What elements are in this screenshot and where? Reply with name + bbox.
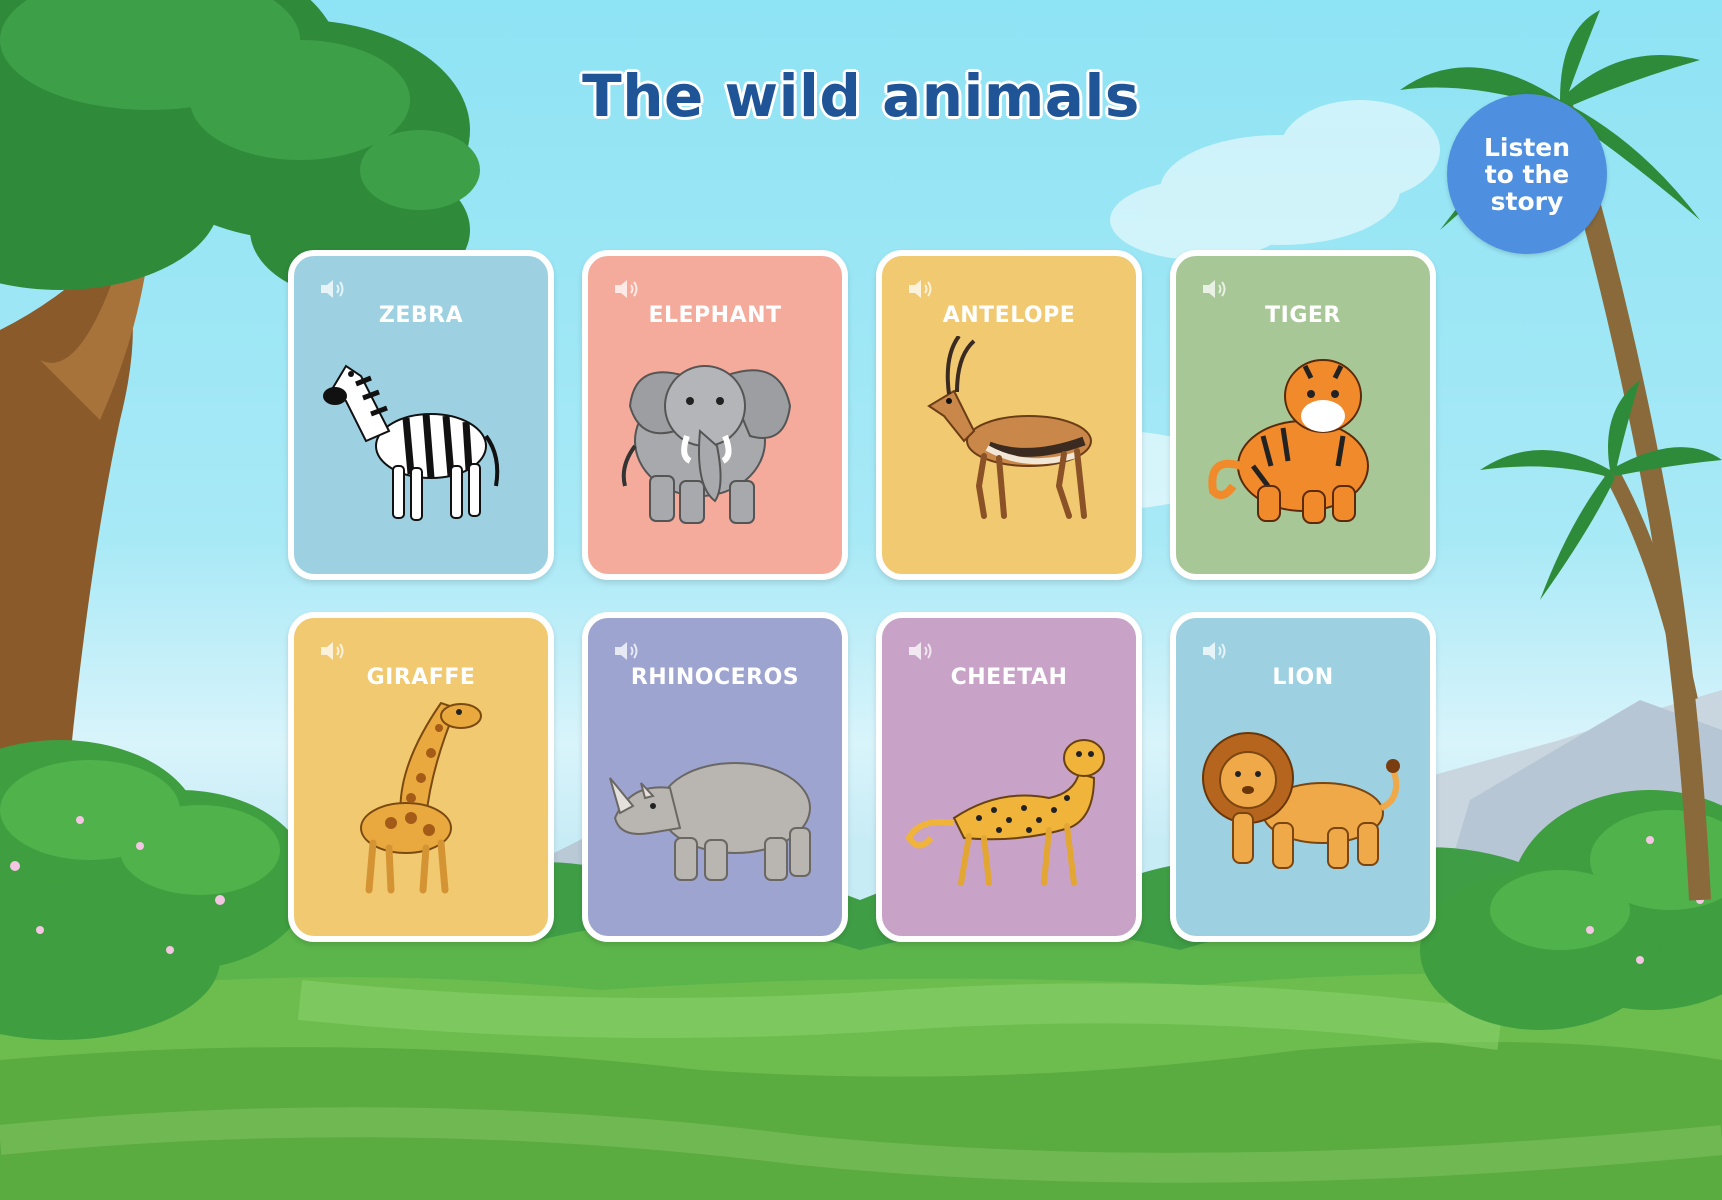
page-title: The wild animals — [582, 62, 1140, 130]
animal-card-elephant[interactable]: ELEPHANT — [582, 250, 848, 580]
speaker-icon[interactable] — [612, 638, 642, 664]
animal-card-label: CHEETAH — [950, 665, 1068, 690]
antelope-icon — [927, 336, 1092, 519]
animal-card-label: LION — [1272, 665, 1334, 690]
animal-card-zebra[interactable]: ZEBRA — [288, 250, 554, 580]
listen-story-button[interactable]: Listen to the story — [1447, 94, 1607, 254]
tiger-icon — [1208, 359, 1369, 524]
speaker-icon[interactable] — [1200, 638, 1230, 664]
elephant-icon — [621, 365, 792, 524]
listen-story-label: Listen to the story — [1483, 132, 1571, 216]
animal-card-giraffe[interactable]: GIRAFFE — [288, 612, 554, 942]
speaker-icon[interactable] — [906, 276, 936, 302]
speaker-icon[interactable] — [1200, 276, 1230, 302]
animal-card-antelope[interactable]: ANTELOPE — [876, 250, 1142, 580]
animal-card-lion[interactable]: LION — [1170, 612, 1436, 942]
speaker-icon[interactable] — [906, 638, 936, 664]
animal-card-label: RHINOCEROS — [630, 665, 800, 690]
animal-card-label: TIGER — [1265, 303, 1341, 328]
giraffe-icon — [360, 701, 482, 894]
cheetah-icon — [905, 739, 1105, 886]
rhinoceros-icon — [609, 762, 811, 881]
speaker-icon[interactable] — [318, 638, 348, 664]
animal-card-label: ELEPHANT — [648, 303, 782, 328]
animal-card-label: GIRAFFE — [366, 665, 476, 690]
animal-card-label: ZEBRA — [378, 303, 464, 328]
animal-card-rhinoceros[interactable]: RHINOCEROS — [582, 612, 848, 942]
animal-card-cheetah[interactable]: CHEETAH — [876, 612, 1142, 942]
animal-card-tiger[interactable]: TIGER — [1170, 250, 1436, 580]
speaker-icon[interactable] — [612, 276, 642, 302]
animal-card-label: ANTELOPE — [942, 303, 1076, 328]
speaker-icon[interactable] — [318, 276, 348, 302]
jungle-background: The wild animals Listen to the story ZEB… — [0, 0, 1722, 1200]
zebra-icon — [323, 364, 500, 521]
lion-icon — [1202, 732, 1400, 869]
